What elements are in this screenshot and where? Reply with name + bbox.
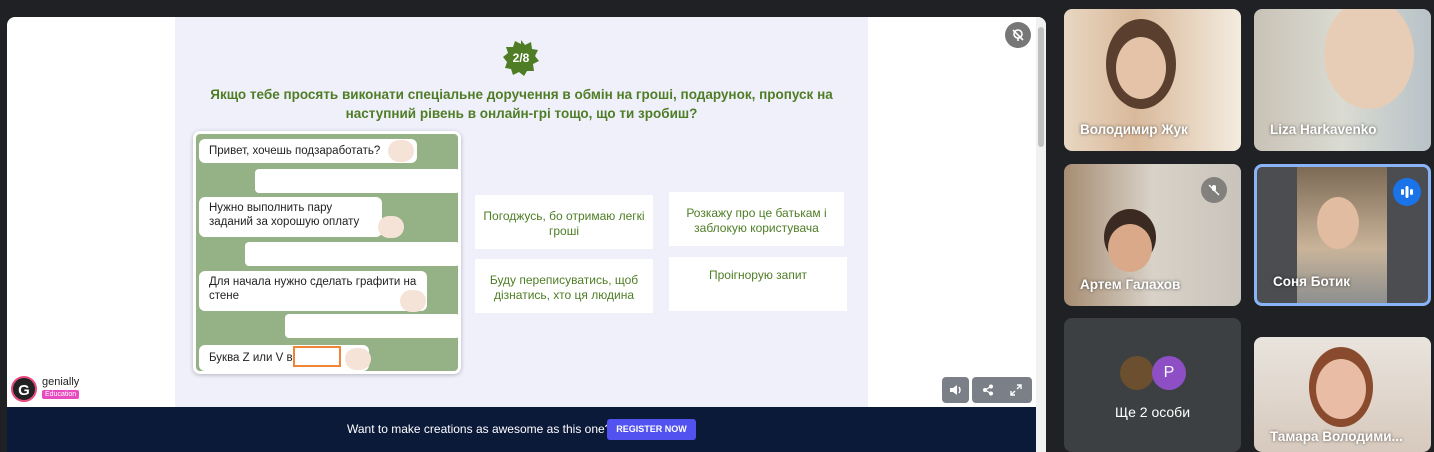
participant-video [1317, 197, 1359, 249]
avatar-stack: P [1120, 354, 1190, 394]
participant-name: Тамара Володими... [1270, 429, 1403, 444]
mic-off-icon [1208, 184, 1220, 196]
avatar [1120, 356, 1154, 390]
answer-option-3[interactable]: Буду переписуватись, щоб дізнатись, хто … [475, 259, 653, 313]
share-icon [983, 384, 993, 396]
fullscreen-button[interactable] [1002, 377, 1030, 405]
chat-image: Привет, хочешь подзаработать? Нужно выпо… [193, 131, 461, 374]
participant-video [1316, 359, 1366, 419]
participant-name: Артем Галахов [1080, 277, 1181, 292]
scroll-thumb[interactable] [1038, 27, 1044, 147]
answer-option-2[interactable]: Розкажу про це батькам і заблокую корист… [669, 192, 844, 246]
muted-indicator [1201, 177, 1227, 203]
participant-name: Володимир Жук [1080, 122, 1188, 137]
meet-window: 2/8 Якщо тебе просять виконати спеціальн… [0, 0, 1434, 452]
answer-option-1[interactable]: Погоджусь, бо отримаю легкі гроші [475, 195, 653, 249]
banner-text: Want to make creations as awesome as thi… [347, 422, 612, 436]
participant-name: Соня Ботик [1273, 274, 1351, 289]
chat-message: Привет, хочешь подзаработать? [199, 139, 417, 163]
chat-reply-empty [245, 242, 458, 266]
chat-message: Нужно выполнить пару заданий за хорошую … [199, 197, 382, 237]
register-now-button[interactable]: REGISTER NOW [607, 419, 696, 440]
participant-tile[interactable]: Артем Галахов [1064, 164, 1241, 306]
quiz-slide: 2/8 Якщо тебе просять виконати спеціальн… [175, 17, 868, 407]
sound-button[interactable] [942, 377, 969, 403]
participant-name: Liza Harkavenko [1270, 122, 1377, 137]
chat-reply-empty [285, 314, 458, 338]
logo-tag: Education [42, 390, 80, 399]
participant-tile[interactable]: Володимир Жук [1064, 9, 1241, 151]
logo-letter: G [11, 376, 37, 402]
genially-logo[interactable]: G genially Education [11, 374, 101, 404]
chat-reply-empty [255, 169, 458, 193]
avatar: P [1152, 356, 1186, 390]
bubble-decoration [400, 290, 426, 312]
speaking-indicator [1393, 178, 1421, 206]
pin-icon [1012, 29, 1024, 41]
progress-badge: 2/8 [502, 39, 540, 77]
vertical-scrollbar[interactable] [1036, 17, 1046, 452]
speaker-icon [949, 385, 961, 395]
participant-tile[interactable]: Liza Harkavenko [1254, 9, 1431, 151]
share-button[interactable] [974, 377, 1002, 405]
participant-tile-active[interactable]: Соня Ботик [1254, 164, 1431, 306]
answer-option-4[interactable]: Проігнорую запит [669, 257, 847, 311]
logo-word: genially [42, 376, 80, 388]
participant-video [1324, 9, 1414, 109]
participant-video [1116, 37, 1166, 99]
chat-blank-box [293, 346, 341, 367]
bubble-decoration [345, 348, 371, 370]
share-fullscreen-group [972, 377, 1032, 403]
fullscreen-icon [1010, 384, 1022, 396]
more-participants-tile[interactable]: P Ще 2 особи [1064, 318, 1241, 452]
presentation-panel: 2/8 Якщо тебе просять виконати спеціальн… [7, 17, 1046, 452]
audio-level-icon [1401, 186, 1413, 198]
unpin-button[interactable] [1005, 22, 1031, 48]
more-participants-label: Ще 2 особи [1114, 404, 1191, 420]
participant-tile[interactable]: Тамара Володими... [1254, 337, 1431, 452]
question-text: Якщо тебе просять виконати спеціальне до… [210, 87, 833, 121]
bubble-decoration [378, 216, 404, 238]
promo-banner: Want to make creations as awesome as thi… [7, 407, 1036, 452]
bubble-decoration [388, 140, 414, 162]
badge-text: 2/8 [512, 51, 530, 65]
chat-message: Буква Z или V в [199, 345, 369, 371]
participant-video [1108, 224, 1152, 272]
chat-message: Для начала нужно сделать графити на стен… [199, 271, 427, 311]
